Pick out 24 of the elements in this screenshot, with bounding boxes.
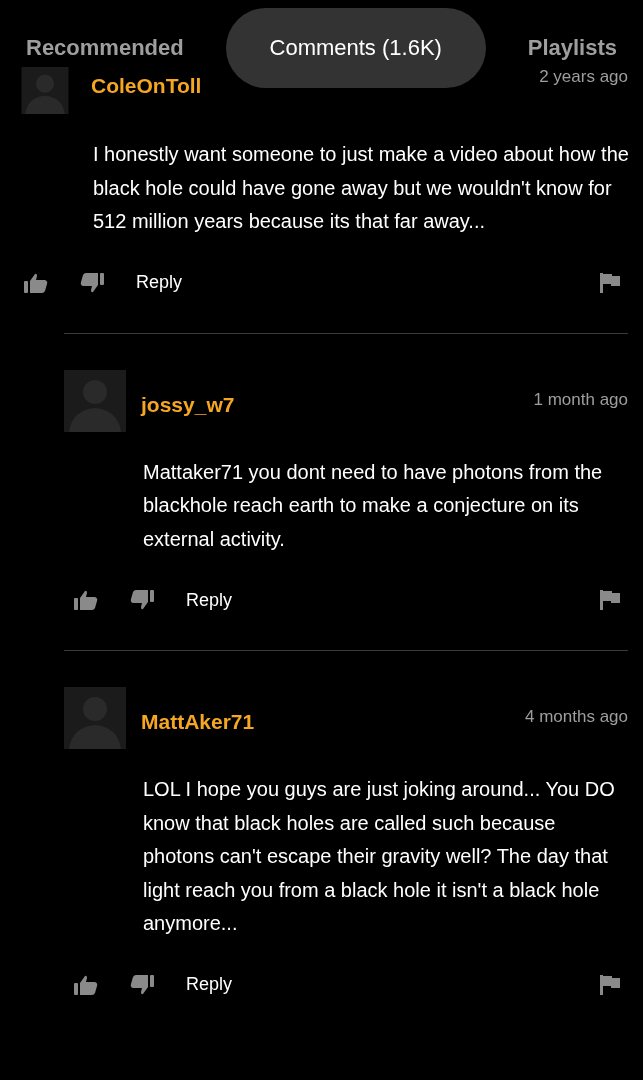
thumbs-up-icon[interactable] [24,272,48,293]
flag-icon[interactable] [600,590,620,610]
thumbs-down-icon[interactable] [80,272,104,293]
timestamp: 4 months ago [525,707,628,727]
reply-button[interactable]: Reply [136,272,183,293]
thumbs-up-icon[interactable] [74,590,98,610]
comment-text: LOL I hope you guys are just joking around... You DO know that black holes are called such because photons can't escape their gravity well? The day that light reach you from a black hole it isn't a black hole anymore... [143,777,616,936]
comment-text: I honestly want someone to just make a video about how the black hole could have gone away but we wouldn't know for 512 million years because its that far away... [93,142,630,234]
reply-button[interactable]: Reply [186,974,233,995]
thumbs-down-icon[interactable] [130,974,154,995]
timestamp: 1 month ago [533,389,628,410]
reply-button[interactable]: Reply [186,589,233,611]
flag-icon[interactable] [600,272,620,293]
author-name[interactable]: MattAker71 [141,710,255,734]
avatar-icon [64,369,126,432]
avatar-icon [64,687,126,749]
thumbs-down-icon[interactable] [130,590,154,610]
author-name[interactable]: ColeOnToll [91,73,202,98]
flag-icon[interactable] [600,974,620,995]
thumbs-up-icon[interactable] [74,974,98,995]
tab[interactable]: Comments (1.6K) [225,8,486,88]
timestamp: 2 years ago [539,67,628,87]
author-name[interactable]: jossy_w7 [141,392,235,417]
comment-text: Mattaker71 you dont need to have photons from the blackhole reach earth to make a conjecture on its external activity. [143,459,604,552]
